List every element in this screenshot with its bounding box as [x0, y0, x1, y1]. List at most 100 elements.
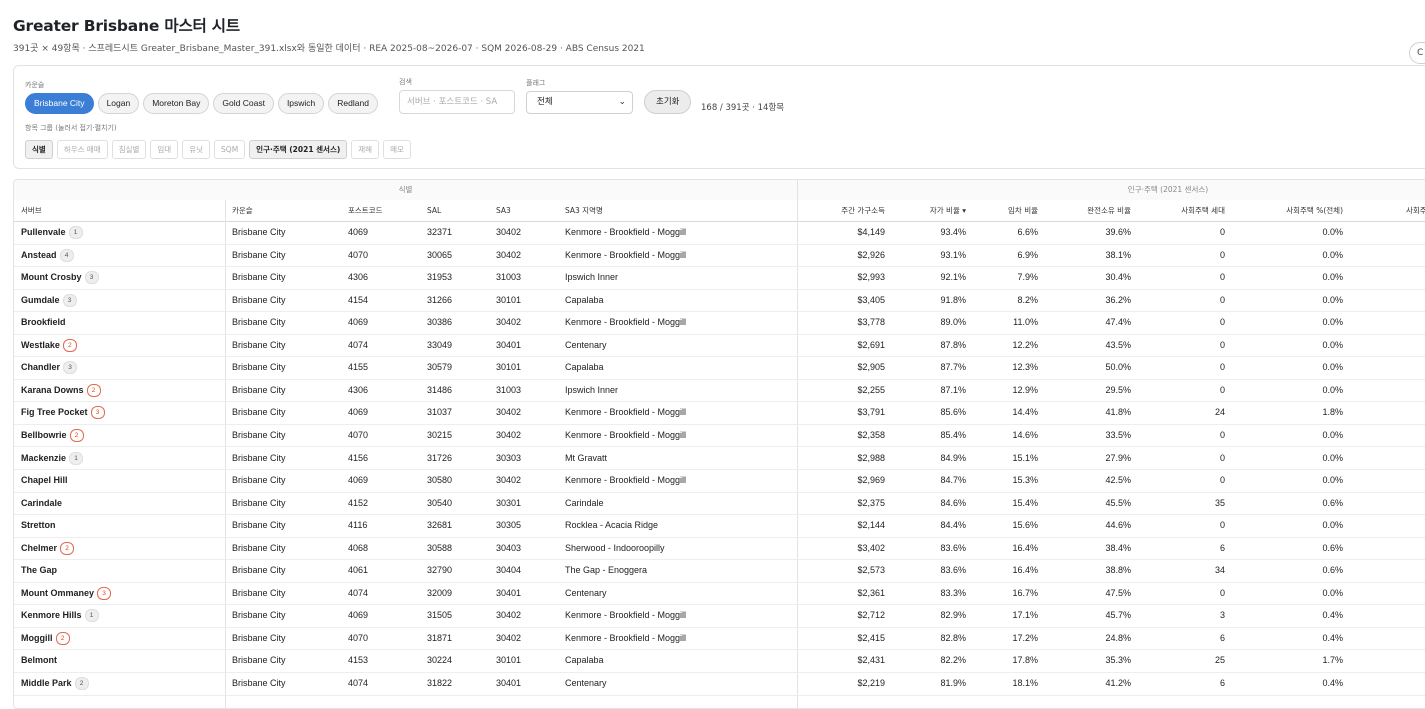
table-row[interactable]: Carindale Brisbane City 4152 30540 30301 Cari… [14, 492, 1425, 516]
cell-suburb[interactable]: Fig Tree Pocket 3 [21, 401, 211, 423]
cell-text: 31505 [427, 610, 453, 621]
data-table: 식별 인구·주택 (2021 센서스) 서버브 카운슬 포스트코드 SAL SA3 SA3… [13, 179, 1425, 709]
cell-outright: 33.5% [1051, 424, 1131, 446]
table-row[interactable]: Anstead 4 Brisbane City 4070 30065 30402 Kenmo… [14, 244, 1425, 268]
column-header[interactable]: 카운슬 [232, 200, 342, 221]
cell-suburb[interactable]: Brookfield [21, 311, 211, 333]
cell-text: 0.0% [1322, 587, 1343, 598]
cell-social-pct: 0.4% [1243, 604, 1343, 626]
group-toggle-chip[interactable]: 침실별 [111, 140, 147, 159]
table-row[interactable]: Gumdale 3 Brisbane City 4154 31266 30101 Capal… [14, 289, 1425, 313]
cell-postcode: 4074 [348, 334, 418, 356]
cell-text: $3,778 [857, 317, 885, 328]
cell-text: $3,791 [857, 407, 885, 418]
table-row[interactable]: Belmont Brisbane City 4153 30224 30101 Capala… [14, 649, 1425, 673]
cell-text: 29.5% [1105, 384, 1131, 395]
cell-text: Kenmore - Brookfield - Moggill [565, 407, 687, 418]
table-row[interactable]: Chapel Hill Brisbane City 4069 30580 30402 Ke… [14, 469, 1425, 493]
cell-text: $2,255 [857, 384, 885, 395]
column-header[interactable]: 주간 가구소득 [795, 200, 885, 221]
column-header[interactable]: 사회주택 세대 [1145, 200, 1225, 221]
table-row[interactable]: Brookfield Brisbane City 4069 30386 30402 Ken… [14, 311, 1425, 335]
cell-suburb[interactable]: Mount Ommaney 3 [21, 582, 211, 604]
cell-sa3: 30101 [496, 649, 556, 671]
council-chip[interactable]: Logan [97, 93, 140, 114]
cell-text: Kenmore - Brookfield - Moggill [565, 475, 687, 486]
column-header[interactable]: 포스트코드 [348, 200, 418, 221]
cell-suburb[interactable]: Stretton [21, 514, 211, 536]
cell-suburb[interactable]: Middle Park 2 [21, 672, 211, 694]
cell-suburb[interactable]: Chandler 3 [21, 356, 211, 378]
cell-suburb[interactable]: Chapel Hill [21, 469, 211, 491]
side-button[interactable]: C [1409, 42, 1425, 64]
cell-suburb[interactable]: The Gap [21, 559, 211, 581]
table-row[interactable]: Karana Downs 2 Brisbane City 4306 31486 31003… [14, 379, 1425, 403]
cell-text: 81.9% [940, 678, 966, 688]
column-header[interactable]: SA3 지역명 [565, 200, 785, 221]
cell-suburb[interactable]: Anstead 4 [21, 244, 211, 266]
cell-suburb[interactable]: Mount Crosby 3 [21, 266, 211, 288]
column-header[interactable]: SA3 [496, 200, 556, 221]
table-row[interactable]: Kenmore Hills 1 Brisbane City 4069 31505 3040… [14, 604, 1425, 628]
search-input[interactable] [399, 90, 515, 114]
council-chip[interactable]: Ipswich [277, 93, 325, 114]
column-header[interactable]: 사회주택 %(전체) [1243, 200, 1343, 221]
council-chip[interactable]: Redland [328, 93, 378, 114]
flag-select[interactable]: 전체 ⌄ [526, 91, 633, 114]
council-chip[interactable]: Brisbane City [25, 93, 94, 114]
table-row[interactable]: Mount Crosby 3 Brisbane City 4306 31953 31003… [14, 266, 1425, 290]
table-row[interactable]: Fig Tree Pocket 3 Brisbane City 4069 31037 30… [14, 401, 1425, 425]
table-row[interactable]: Moggill 2 Brisbane City 4070 31871 30402 Kenmo… [14, 627, 1425, 651]
table-row[interactable]: Middle Park 2 Brisbane City 4074 31822 30401 C… [14, 672, 1425, 696]
group-toggle-chip[interactable]: 인구·주택 (2021 센서스) [249, 140, 348, 159]
cell-suburb[interactable]: Gumdale 3 [21, 289, 211, 311]
cell-suburb[interactable]: Kenmore Hills 1 [21, 604, 211, 626]
column-header[interactable]: 사회주 [1406, 200, 1425, 221]
cell-suburb[interactable]: Moggill 2 [21, 627, 211, 649]
cell-suburb[interactable]: Westlake 2 [21, 334, 211, 356]
group-toggle-chip[interactable]: 식별 [25, 140, 53, 159]
cell-outright: 44.6% [1051, 514, 1131, 536]
cell-suburb[interactable]: Pullenvale 1 [21, 221, 211, 243]
council-chip[interactable]: Gold Coast [213, 93, 274, 114]
cell-sa3: 30401 [496, 672, 556, 694]
cell-suburb[interactable]: Mackenzie 1 [21, 447, 211, 469]
column-header[interactable]: 임차 비율 [978, 200, 1038, 221]
cell-suburb[interactable]: Chelmer 2 [21, 537, 211, 559]
column-header[interactable]: 완전소유 비율 [1051, 200, 1131, 221]
group-toggle-chip[interactable]: 하우스 매매 [56, 140, 108, 159]
council-chip[interactable]: Moreton Bay [143, 93, 210, 114]
cell-text: 30.4% [1105, 272, 1131, 283]
cell-text: Brisbane City [232, 384, 286, 395]
table-row[interactable]: Stretton Brisbane City 4116 32681 30305 Rockl… [14, 514, 1425, 538]
table-row[interactable]: Chelmer 2 Brisbane City 4068 30588 30403 Sherw… [14, 537, 1425, 561]
table-row[interactable]: Bellbowrie 2 Brisbane City 4070 30215 30402 Ke… [14, 424, 1425, 448]
cell-text: $2,926 [857, 249, 885, 260]
cell-suburb[interactable]: Carindale [21, 492, 211, 514]
cell-text: 32371 [427, 227, 453, 237]
group-toggle-chip[interactable]: 재해 [351, 140, 380, 159]
cell-income: $3,791 [795, 401, 885, 423]
group-toggle-chip[interactable]: 메모 [383, 140, 411, 159]
cell-council: Brisbane City [232, 424, 342, 446]
cell-outright: 29.5% [1051, 379, 1131, 401]
column-header[interactable]: 서버브 [21, 200, 211, 221]
group-toggle-chip[interactable]: 유닛 [182, 140, 211, 159]
group-toggle-chip[interactable]: 임대 [150, 140, 179, 159]
table-row[interactable]: Mackenzie 1 Brisbane City 4156 31726 30303 Mt … [14, 447, 1425, 470]
cell-suburb[interactable]: Bellbowrie 2 [21, 424, 211, 446]
column-header[interactable]: SAL [427, 200, 487, 221]
table-row[interactable]: Mount Ommaney 3 Brisbane City 4074 32009 3040… [14, 582, 1425, 606]
flag-count-badge: 2 [62, 338, 77, 352]
table-row[interactable]: Westlake 2 Brisbane City 4074 33049 30401 Cent… [14, 334, 1425, 358]
column-header[interactable]: 자가 비율 ▾ [896, 200, 966, 221]
cell-text: 4155 [348, 362, 369, 373]
table-row[interactable]: Chandler 3 Brisbane City 4155 30579 30101 Capa… [14, 356, 1425, 380]
reset-button[interactable]: 초기화 [644, 90, 692, 114]
cell-suburb[interactable]: Belmont [21, 649, 211, 671]
cell-sal: 31953 [427, 266, 487, 288]
group-toggle-chip[interactable]: SQM [214, 140, 246, 159]
cell-suburb[interactable]: Karana Downs 2 [21, 379, 211, 401]
table-row[interactable]: Pullenvale 1 Brisbane City 4069 32371 30402 Ke… [14, 221, 1425, 245]
table-row[interactable]: The Gap Brisbane City 4061 32790 30404 The Ga… [14, 559, 1425, 583]
